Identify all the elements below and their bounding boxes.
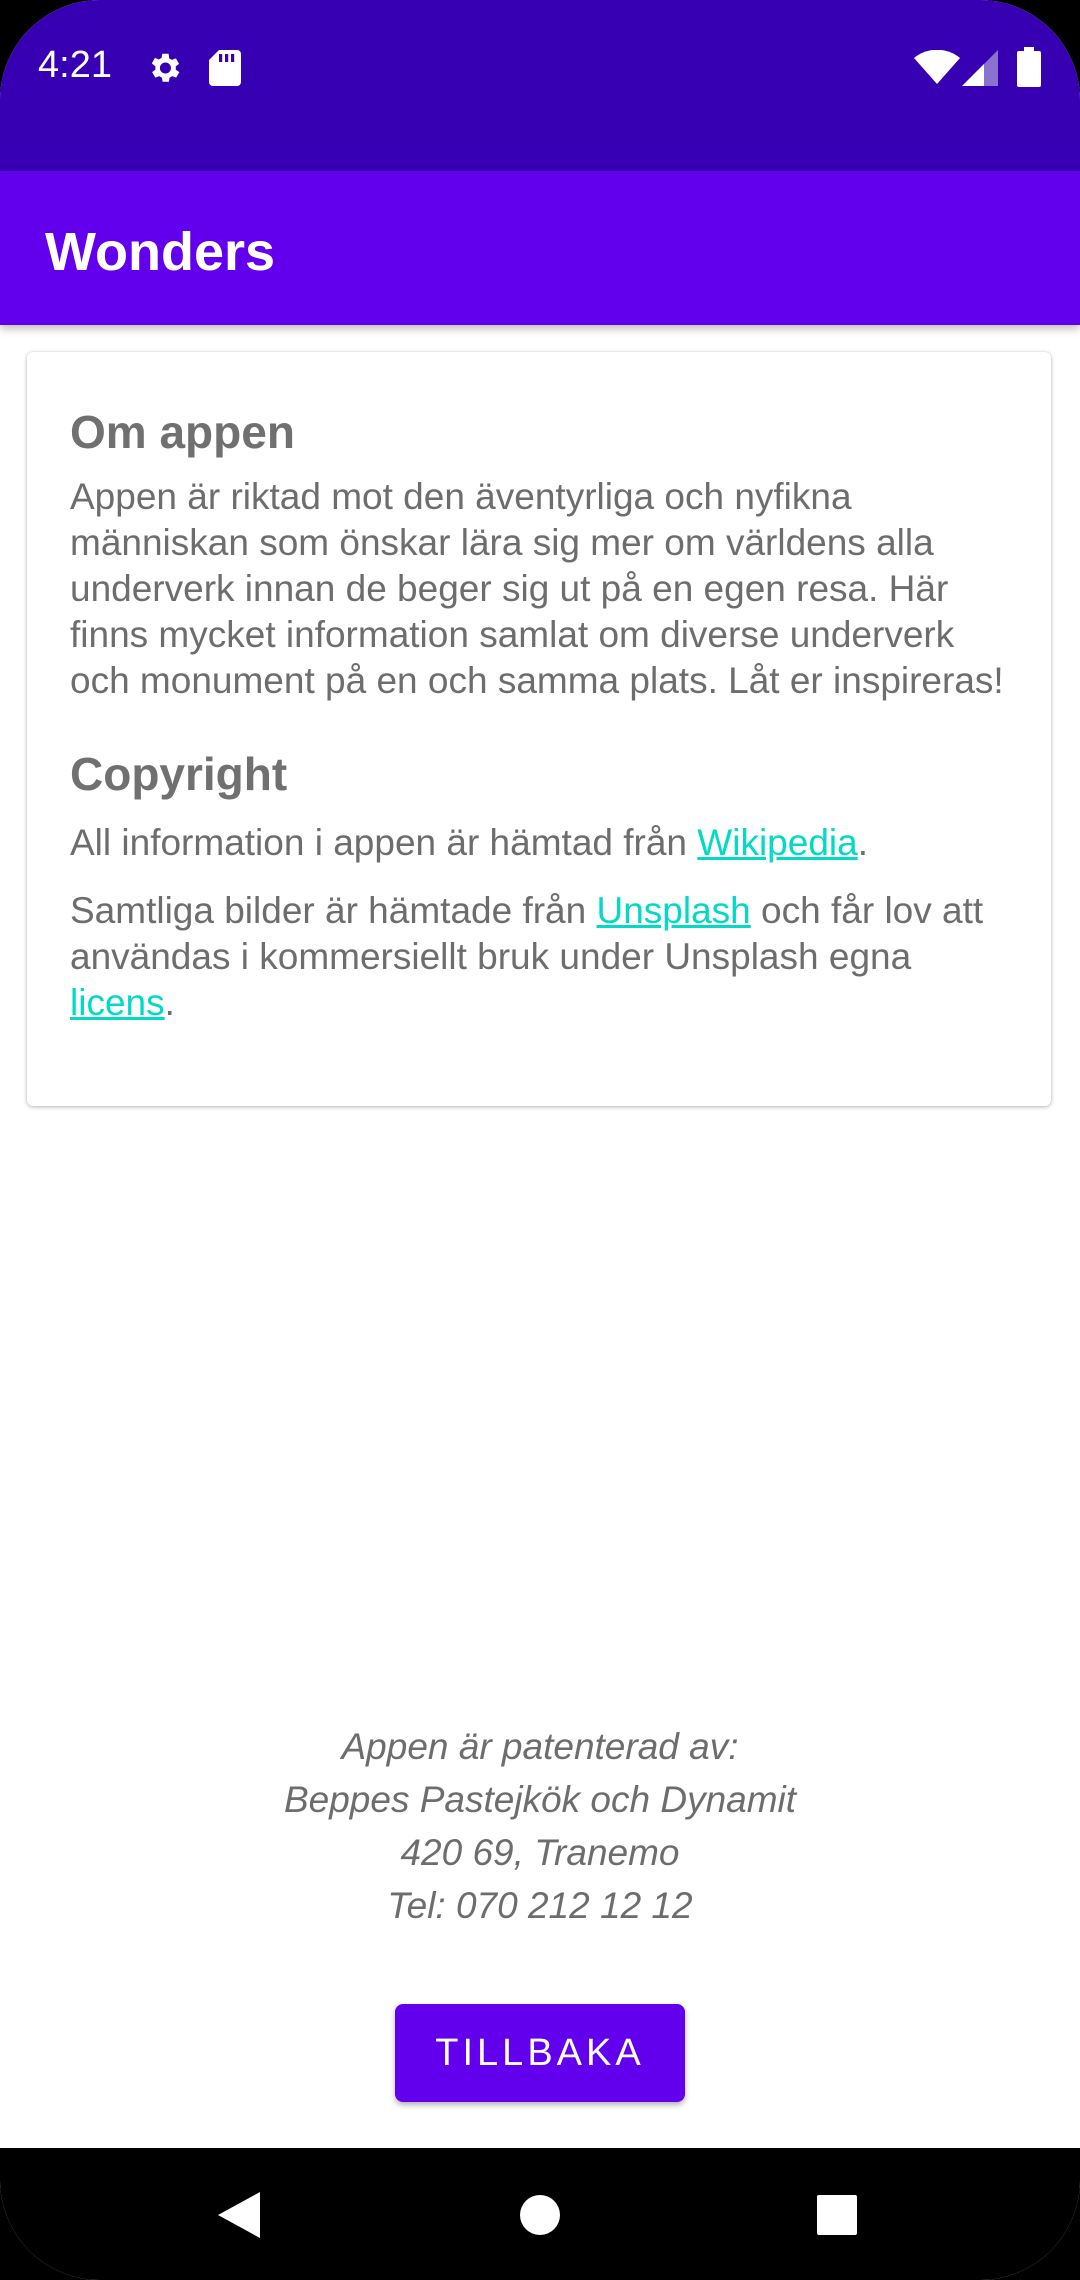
recents-square-icon[interactable] (817, 2195, 857, 2240)
license-link[interactable]: licens (70, 982, 165, 1023)
sd-card-icon (209, 50, 241, 91)
information-source-text: All information i appen är hämtad från W… (70, 820, 1009, 866)
about-heading: Om appen (70, 406, 295, 458)
back-button[interactable]: TILLBAKA (395, 2004, 685, 2102)
patent-footer: Appen är patenterad av: Beppes Pastejkök… (0, 1720, 1080, 1932)
company-phone: Tel: 070 212 12 12 (387, 1885, 693, 1926)
about-card: Om appen Appen är riktad mot den äventyr… (27, 352, 1051, 1106)
image-source-suffix: . (164, 982, 175, 1023)
patent-line: Appen är patenterad av: (341, 1726, 739, 1767)
settings-icon (145, 49, 183, 92)
status-time: 4:21 (38, 44, 112, 86)
signal-icon (962, 50, 998, 91)
image-source-text: Samtliga bilder är hämtade från Unsplash… (70, 888, 1009, 1026)
wikipedia-link[interactable]: Wikipedia (697, 822, 857, 863)
company-address: 420 69, Tranemo (400, 1832, 680, 1873)
information-source-suffix: . (857, 822, 868, 863)
about-text: Appen är riktad mot den äventyrliga och … (70, 476, 1004, 701)
battery-icon (1017, 47, 1041, 92)
app-title: Wonders (45, 222, 276, 282)
status-bar: 4:21 (0, 0, 1080, 171)
information-source-prefix: All information i appen är hämtad från (70, 822, 698, 863)
company-name: Beppes Pastejkök och Dynamit (283, 1779, 797, 1820)
unsplash-link[interactable]: Unsplash (597, 890, 751, 931)
wifi-icon (914, 49, 960, 89)
back-triangle-icon[interactable] (218, 2192, 260, 2243)
home-circle-icon[interactable] (520, 2195, 560, 2240)
screen: 4:21 Wonders Om appen Appen är riktad mo… (0, 0, 1080, 2280)
navigation-bar (0, 2148, 1080, 2280)
image-source-prefix: Samtliga bilder är hämtade från (70, 890, 597, 931)
app-bar: Wonders (0, 171, 1080, 325)
copyright-heading: Copyright (70, 748, 288, 800)
